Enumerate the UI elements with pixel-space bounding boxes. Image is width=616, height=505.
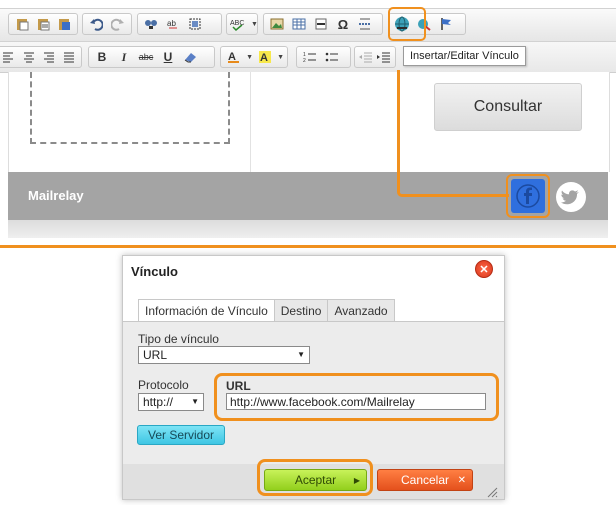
select-all-icon[interactable] — [185, 15, 205, 33]
tab-advanced[interactable]: Avanzado — [327, 299, 395, 322]
dialog-tabs: Información de Vínculo Destino Avanzado — [138, 299, 395, 323]
twitter-icon[interactable] — [556, 182, 586, 212]
link-type-select[interactable]: URL ▼ — [138, 346, 310, 364]
protocol-value: http:// — [143, 395, 174, 409]
link-tooltip: Insertar/Editar Vínculo — [403, 46, 526, 66]
close-icon[interactable]: ✕ — [475, 260, 493, 278]
find-icon[interactable] — [141, 15, 161, 33]
image-placeholder[interactable] — [30, 72, 230, 144]
find-group: ab — [137, 13, 222, 35]
align-center-icon[interactable] — [20, 48, 38, 66]
color-group: A ▼ A ▼ — [220, 46, 288, 68]
outdent-icon[interactable] — [358, 48, 374, 66]
italic-button[interactable]: I — [114, 48, 134, 66]
paste-icon[interactable] — [12, 15, 31, 33]
paste-word-icon[interactable] — [55, 15, 74, 33]
chevron-down-icon: ▼ — [297, 350, 305, 359]
column-divider — [250, 72, 251, 172]
eraser-icon[interactable] — [180, 48, 200, 66]
alignment-group — [0, 46, 82, 68]
link-tool-highlight — [388, 7, 426, 41]
bg-color-icon[interactable]: A — [255, 48, 274, 66]
undo-icon[interactable] — [86, 15, 106, 33]
image-icon[interactable] — [267, 15, 287, 33]
numbered-list-icon[interactable]: 12 — [300, 48, 320, 66]
underline-button[interactable]: U — [158, 48, 178, 66]
protocol-select[interactable]: http:// ▼ — [138, 393, 204, 411]
tab-target[interactable]: Destino — [273, 299, 329, 322]
redo-icon[interactable] — [108, 15, 128, 33]
chevron-down-icon: ▼ — [251, 20, 258, 28]
horizontal-rule-icon[interactable] — [311, 15, 331, 33]
resize-grip-icon[interactable] — [486, 485, 498, 498]
url-input[interactable]: http://www.facebook.com/Mailrelay — [226, 393, 486, 410]
facebook-link[interactable] — [506, 174, 550, 218]
indent-icon[interactable] — [376, 48, 392, 66]
ok-button-label: Aceptar — [294, 473, 337, 487]
facebook-icon — [511, 179, 545, 213]
omega-icon[interactable]: Ω — [333, 15, 353, 33]
url-label: URL — [226, 379, 251, 393]
list-group: 12 — [296, 46, 351, 68]
callout-connector — [397, 70, 509, 197]
align-left-icon[interactable] — [0, 48, 18, 66]
align-right-icon[interactable] — [40, 48, 58, 66]
chevron-down-icon: ▼ — [191, 397, 199, 406]
link-type-value: URL — [143, 348, 168, 362]
browse-server-button[interactable]: Ver Servidor — [137, 425, 225, 445]
page-break-icon[interactable] — [355, 15, 375, 33]
spellcheck-group[interactable]: ABC ▼ — [226, 13, 258, 35]
toolbar-row-1: ab ABC ▼ Ω — [0, 8, 616, 42]
cancel-button[interactable]: Cancelar ✕ — [377, 469, 473, 491]
paste-text-icon[interactable] — [33, 15, 52, 33]
link-type-label: Tipo de vínculo — [138, 332, 219, 346]
text-color-icon[interactable]: A — [224, 48, 243, 66]
spellcheck-icon[interactable]: ABC — [230, 15, 248, 33]
indent-group — [354, 46, 396, 68]
footer-brand: Mailrelay — [28, 188, 84, 203]
chevron-down-icon: ▼ — [246, 53, 253, 61]
format-group: B I abc U — [88, 46, 215, 68]
editor-bottom-strip — [8, 220, 608, 238]
cancel-button-label: Cancelar — [400, 473, 450, 487]
svg-text:ab: ab — [167, 19, 176, 28]
omega-label: Ω — [337, 16, 349, 32]
anchor-icon[interactable] — [436, 15, 456, 33]
tab-link-info[interactable]: Información de Vínculo — [138, 299, 275, 323]
svg-text:2: 2 — [303, 58, 306, 63]
strike-button[interactable]: abc — [136, 48, 156, 66]
svg-text:A: A — [260, 52, 268, 64]
protocol-label: Protocolo — [138, 378, 189, 392]
clipboard-group — [8, 13, 78, 35]
replace-icon[interactable]: ab — [163, 15, 183, 33]
arrow-right-icon: ▶ — [353, 475, 360, 485]
dialog-title: Vínculo — [131, 264, 178, 279]
table-icon[interactable] — [289, 15, 309, 33]
align-justify-icon[interactable] — [60, 48, 78, 66]
ok-button[interactable]: Aceptar ▶ — [264, 469, 367, 491]
svg-text:ABC: ABC — [230, 20, 244, 27]
editor-area: ab ABC ▼ Ω B I abc U A ▼ A ▼ 1 2 Consult… — [0, 0, 616, 248]
history-group — [82, 13, 132, 35]
insert-group: Ω — [263, 13, 383, 35]
chevron-down-icon: ▼ — [277, 53, 284, 61]
bold-button[interactable]: B — [92, 48, 112, 66]
bulleted-list-icon[interactable] — [322, 48, 342, 66]
close-icon: ✕ — [457, 474, 466, 486]
